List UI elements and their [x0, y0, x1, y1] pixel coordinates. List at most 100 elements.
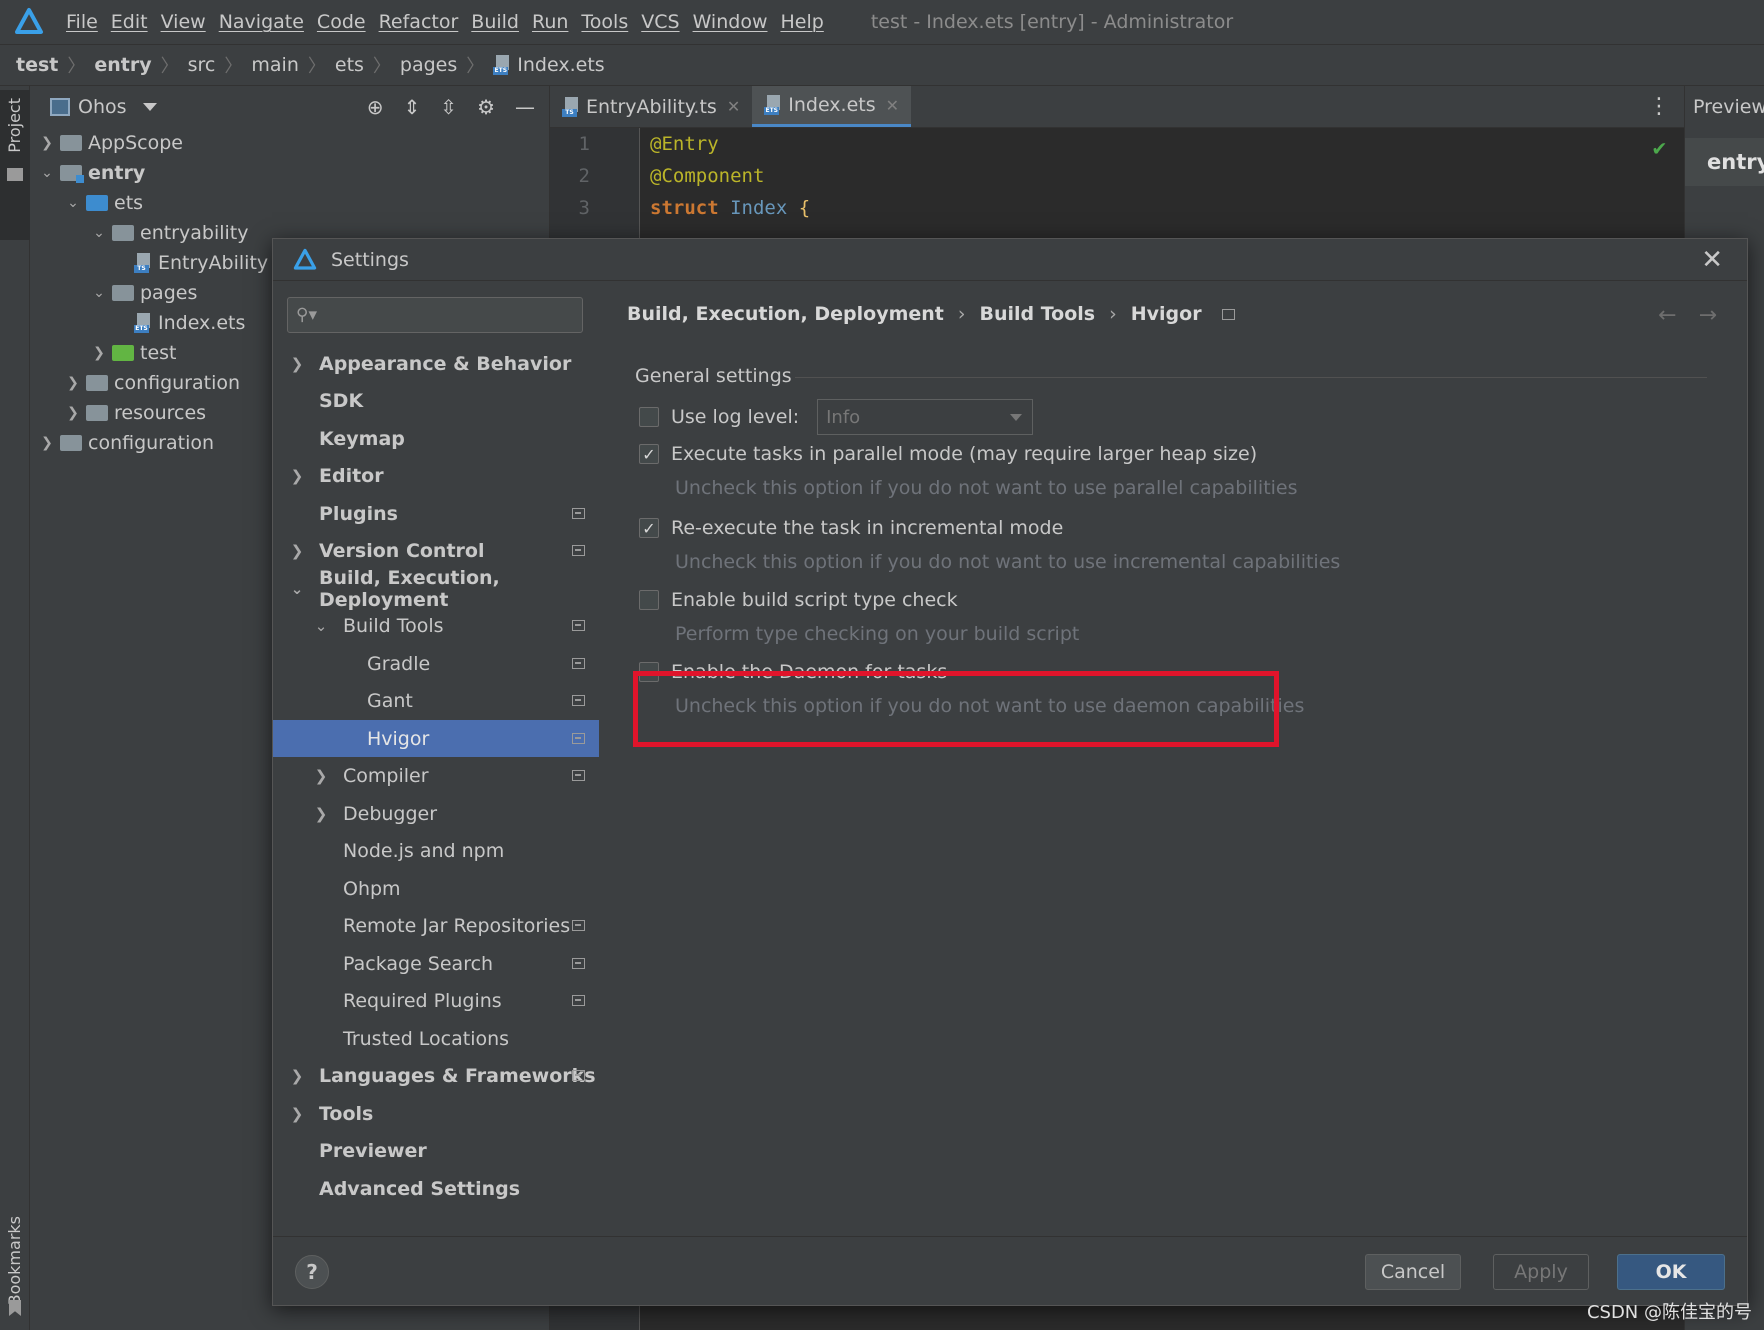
- settings-item-languages[interactable]: ❯ Languages & Frameworks: [273, 1057, 599, 1094]
- crumb-file[interactable]: Index.ets: [517, 54, 604, 76]
- back-arrow-icon[interactable]: ←: [1658, 303, 1676, 328]
- close-tab-icon[interactable]: ✕: [727, 97, 740, 116]
- settings-item-package-search[interactable]: Package Search: [273, 945, 599, 982]
- locate-icon[interactable]: ⊕: [367, 95, 384, 119]
- crumb-pages[interactable]: pages: [400, 54, 457, 76]
- cancel-button[interactable]: Cancel: [1365, 1254, 1461, 1290]
- menu-code[interactable]: Code: [317, 11, 366, 33]
- log-level-checkbox[interactable]: [639, 407, 659, 427]
- settings-search-input[interactable]: ⚲▾: [287, 297, 583, 333]
- settings-item-label: Languages & Frameworks: [319, 1064, 596, 1087]
- crumb-ets[interactable]: ets: [335, 54, 364, 76]
- chevron-down-icon[interactable]: ⌄: [287, 580, 307, 598]
- chevron-down-icon[interactable]: ⌄: [86, 225, 112, 241]
- ets-file-icon: ETS: [764, 95, 782, 115]
- apply-button[interactable]: Apply: [1493, 1254, 1589, 1290]
- settings-item-build-tools[interactable]: ⌄ Build Tools: [273, 607, 599, 644]
- close-icon[interactable]: ✕: [1701, 245, 1723, 275]
- chevron-down-icon[interactable]: [142, 103, 157, 111]
- chevron-right-icon[interactable]: ❯: [86, 345, 112, 361]
- chevron-right-icon[interactable]: ❯: [287, 1067, 307, 1085]
- parallel-checkbox[interactable]: ✓: [639, 444, 659, 464]
- menu-build[interactable]: Build: [471, 11, 519, 33]
- more-options-icon[interactable]: ⋮: [1648, 94, 1670, 119]
- collapse-all-icon[interactable]: ⇳: [440, 95, 457, 119]
- chevron-right-icon[interactable]: ❯: [60, 375, 86, 391]
- menu-tools[interactable]: Tools: [581, 11, 628, 33]
- crumb-src[interactable]: src: [188, 54, 216, 76]
- settings-item-label: Package Search: [343, 952, 494, 975]
- chevron-right-icon[interactable]: ❯: [287, 1105, 307, 1123]
- menu-run[interactable]: Run: [532, 11, 568, 33]
- chevron-down-icon[interactable]: ⌄: [60, 195, 86, 211]
- log-level-option: Use log level: Info: [639, 399, 1034, 435]
- menu-refactor[interactable]: Refactor: [379, 11, 459, 33]
- chevron-right-icon[interactable]: ❯: [311, 805, 331, 823]
- project-tool-tab[interactable]: Project: [0, 90, 30, 240]
- settings-item-hvigor[interactable]: Hvigor: [273, 720, 599, 757]
- settings-item-build-execution[interactable]: ⌄ Build, Execution, Deployment: [273, 567, 599, 611]
- settings-item-ohpm[interactable]: Ohpm: [273, 870, 599, 907]
- menu-navigate[interactable]: Navigate: [219, 11, 304, 33]
- chevron-down-icon[interactable]: ⌄: [34, 165, 60, 181]
- tree-item-label: resources: [114, 402, 207, 424]
- crumb-project[interactable]: test: [16, 54, 58, 76]
- chevron-down-icon[interactable]: ⌄: [311, 617, 331, 635]
- project-view-selector[interactable]: Ohos: [78, 96, 127, 118]
- settings-item-nodejs[interactable]: Node.js and npm: [273, 832, 599, 869]
- forward-arrow-icon[interactable]: →: [1699, 303, 1717, 328]
- typecheck-checkbox[interactable]: [639, 590, 659, 610]
- settings-item-gradle[interactable]: Gradle: [273, 645, 599, 682]
- tree-item-entry[interactable]: ⌄ entry: [30, 158, 549, 188]
- chevron-down-icon[interactable]: ⌄: [86, 285, 112, 301]
- menu-edit[interactable]: Edit: [111, 11, 148, 33]
- settings-item-plugins[interactable]: Plugins: [273, 495, 599, 532]
- menu-file[interactable]: File: [66, 11, 98, 33]
- crumb-module[interactable]: entry: [94, 54, 151, 76]
- ok-button[interactable]: OK: [1617, 1254, 1725, 1290]
- settings-item-sdk[interactable]: SDK: [273, 382, 599, 419]
- menu-view[interactable]: View: [161, 11, 206, 33]
- chevron-right-icon[interactable]: ❯: [34, 435, 60, 451]
- tab-entryability[interactable]: TS EntryAbility.ts ✕: [550, 86, 752, 127]
- tree-item-appscope[interactable]: ❯ AppScope: [30, 128, 549, 158]
- settings-item-tools[interactable]: ❯ Tools: [273, 1095, 599, 1132]
- incremental-checkbox[interactable]: ✓: [639, 518, 659, 538]
- hide-panel-icon[interactable]: —: [515, 95, 535, 119]
- settings-item-editor[interactable]: ❯ Editor: [273, 457, 599, 494]
- expand-all-icon[interactable]: ⇕: [404, 95, 421, 119]
- gear-icon[interactable]: ⚙: [477, 95, 495, 119]
- settings-item-appearance[interactable]: ❯ Appearance & Behavior: [273, 345, 599, 382]
- bookmarks-tab-label[interactable]: Bookmarks: [5, 1216, 24, 1305]
- tab-index[interactable]: ETS Index.ets ✕: [752, 86, 912, 127]
- chevron-right-icon[interactable]: ❯: [287, 355, 307, 373]
- chevron-right-icon[interactable]: ❯: [60, 405, 86, 421]
- help-button[interactable]: ?: [295, 1255, 329, 1289]
- settings-item-gant[interactable]: Gant: [273, 682, 599, 719]
- log-level-select[interactable]: Info: [817, 399, 1034, 435]
- menu-vcs[interactable]: VCS: [641, 11, 679, 33]
- menu-bar: File Edit View Navigate Code Refactor Bu…: [0, 0, 1764, 44]
- settings-item-remote-jar[interactable]: Remote Jar Repositories: [273, 907, 599, 944]
- code-brace: {: [798, 197, 811, 219]
- settings-item-debugger[interactable]: ❯ Debugger: [273, 795, 599, 832]
- chevron-right-icon[interactable]: ❯: [34, 135, 60, 151]
- close-tab-icon[interactable]: ✕: [886, 96, 899, 115]
- chevron-right-icon[interactable]: ❯: [287, 467, 307, 485]
- settings-item-required-plugins[interactable]: Required Plugins: [273, 982, 599, 1019]
- no-problems-check-icon[interactable]: ✔: [1653, 136, 1666, 161]
- settings-item-advanced[interactable]: Advanced Settings: [273, 1170, 599, 1207]
- previewer-entry[interactable]: entry :: [1685, 138, 1764, 186]
- settings-item-keymap[interactable]: Keymap: [273, 420, 599, 457]
- project-level-icon: [572, 695, 585, 706]
- crumb-main[interactable]: main: [251, 54, 298, 76]
- menu-window[interactable]: Window: [693, 11, 768, 33]
- settings-item-previewer[interactable]: Previewer: [273, 1132, 599, 1169]
- settings-item-version-control[interactable]: ❯ Version Control: [273, 532, 599, 569]
- menu-help[interactable]: Help: [780, 11, 823, 33]
- settings-item-trusted-locations[interactable]: Trusted Locations: [273, 1020, 599, 1057]
- chevron-right-icon[interactable]: ❯: [311, 767, 331, 785]
- settings-item-compiler[interactable]: ❯ Compiler: [273, 757, 599, 794]
- chevron-right-icon[interactable]: ❯: [287, 542, 307, 560]
- tree-item-ets[interactable]: ⌄ ets: [30, 188, 549, 218]
